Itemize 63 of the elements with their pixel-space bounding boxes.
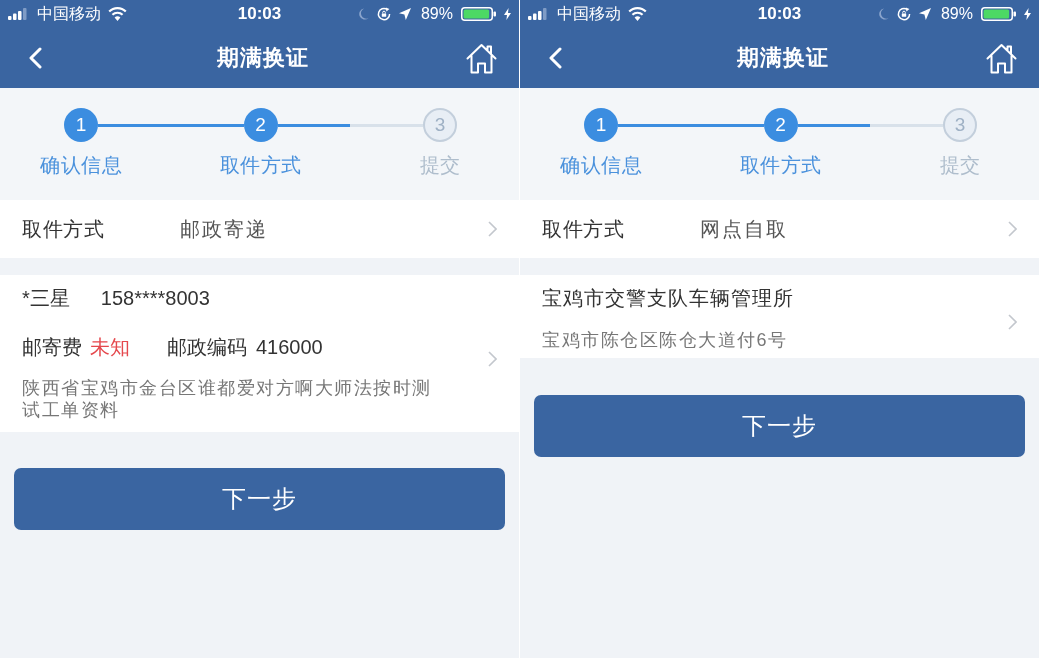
status-time: 10:03 — [237, 4, 282, 24]
chevron-right-icon — [1008, 221, 1017, 237]
postage-label: 邮寄费 — [22, 335, 82, 360]
battery-icon — [461, 7, 496, 21]
chevron-right-icon — [1008, 313, 1017, 330]
carrier-name: 中国移动 — [37, 4, 101, 24]
next-step-button[interactable]: 下一步 — [534, 395, 1025, 457]
back-icon — [548, 47, 562, 69]
location-arrow-icon — [918, 8, 931, 20]
back-button[interactable] — [548, 47, 562, 69]
step-label: 确认信息 — [560, 153, 642, 177]
rotation-lock-icon — [376, 7, 391, 21]
wifi-icon — [628, 7, 647, 21]
page-title: 期满换证 — [216, 44, 309, 72]
recipient-name: *三星 — [22, 286, 70, 311]
chevron-right-icon — [488, 221, 497, 237]
postcode-label: 邮政编码 — [167, 335, 247, 360]
back-icon — [28, 47, 42, 69]
recipient-phone: 158****8003 — [100, 286, 210, 311]
signal-icon — [8, 8, 30, 20]
step-number: 1 — [584, 108, 618, 142]
postage-value: 未知 — [90, 335, 130, 360]
step-number: 3 — [943, 108, 977, 142]
page-title: 期满换证 — [736, 44, 829, 72]
home-icon — [986, 42, 1017, 74]
pickup-point-card[interactable]: 宝鸡市交警支队车辆管理所 宝鸡市陈仓区陈仓大道付6号 — [520, 275, 1039, 358]
next-step-button[interactable]: 下一步 — [14, 468, 505, 530]
battery-percent: 89% — [940, 4, 973, 24]
home-button[interactable] — [986, 42, 1017, 74]
delivery-address: 陕西省宝鸡市金台区谁都爱对方啊大师法按时测试工单资料 — [22, 377, 433, 421]
pickup-method-label: 取件方式 — [22, 216, 105, 242]
charging-icon — [1024, 8, 1031, 20]
back-button[interactable] — [28, 47, 42, 69]
step-label: 取件方式 — [739, 153, 822, 177]
carrier-name: 中国移动 — [557, 4, 621, 24]
step-label: 提交 — [419, 153, 461, 177]
location-arrow-icon — [398, 8, 411, 20]
step-label: 提交 — [939, 153, 981, 177]
charging-icon — [504, 8, 511, 20]
home-icon — [466, 42, 497, 74]
pickup-point-address: 宝鸡市陈仓区陈仓大道付6号 — [542, 329, 789, 351]
chevron-right-icon — [488, 350, 497, 367]
pickup-method-value: 网点自取 — [700, 216, 789, 242]
step-number: 2 — [763, 108, 798, 142]
step-label: 取件方式 — [219, 153, 302, 177]
pickup-point-name: 宝鸡市交警支队车辆管理所 — [542, 286, 794, 311]
battery-percent: 89% — [420, 4, 453, 24]
pickup-method-row[interactable]: 取件方式 邮政寄递 — [0, 200, 519, 258]
rotation-lock-icon — [896, 7, 911, 21]
delivery-address-card[interactable]: *三星 158****8003 邮寄费 未知 邮政编码 416000 陕西省宝鸡市金台区谁都爱对方啊大师法按时测试工单资料 — [0, 275, 519, 432]
step-number: 1 — [64, 108, 98, 142]
pickup-method-value: 邮政寄递 — [180, 216, 269, 242]
status-time: 10:03 — [757, 4, 802, 24]
step-label: 确认信息 — [40, 153, 122, 177]
pickup-method-row[interactable]: 取件方式 网点自取 — [520, 200, 1039, 258]
wifi-icon — [108, 7, 127, 21]
home-button[interactable] — [466, 42, 497, 74]
step-number: 2 — [243, 108, 278, 142]
postcode-value: 416000 — [256, 335, 323, 360]
step-number: 3 — [423, 108, 457, 142]
signal-icon — [528, 8, 550, 20]
battery-icon — [981, 7, 1016, 21]
pickup-method-label: 取件方式 — [542, 216, 625, 242]
